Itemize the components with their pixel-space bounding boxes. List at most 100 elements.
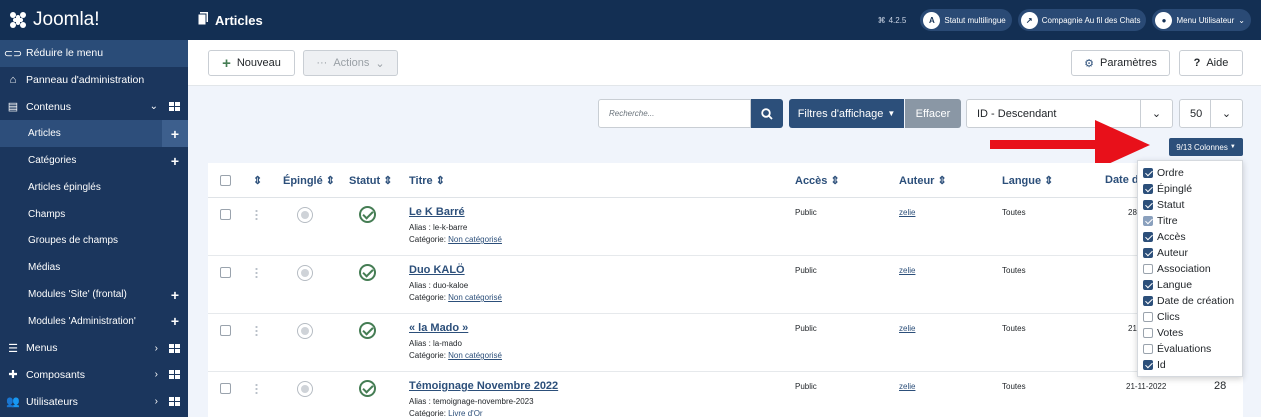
published-check-icon[interactable]: [359, 380, 376, 397]
chevron-right-icon[interactable]: ›: [155, 343, 158, 354]
row-checkbox[interactable]: [220, 383, 231, 394]
dashboard-grid-icon[interactable]: [169, 370, 180, 380]
sidebar-item-users[interactable]: 👥 Utilisateurs ›: [0, 388, 188, 415]
row-checkbox[interactable]: [220, 209, 231, 220]
row-checkbox[interactable]: [220, 325, 231, 336]
column-checkbox[interactable]: [1143, 248, 1153, 258]
sidebar-item-featured[interactable]: Articles épinglés: [0, 174, 188, 201]
column-checkbox[interactable]: [1143, 232, 1153, 242]
article-title-link[interactable]: « la Mado »: [409, 322, 468, 334]
column-checkbox[interactable]: [1143, 168, 1153, 178]
column-checkbox[interactable]: [1143, 360, 1153, 370]
options-button[interactable]: ⚙ Paramètres: [1071, 50, 1170, 76]
column-option[interactable]: Statut: [1143, 198, 1184, 212]
sidebar-item-media[interactable]: Médias: [0, 254, 188, 281]
column-option[interactable]: Association: [1143, 262, 1211, 276]
user-menu-button[interactable]: ● Menu Utilisateur ⌄: [1152, 9, 1251, 31]
column-checkbox[interactable]: [1143, 312, 1153, 322]
sidebar-item-site-modules[interactable]: Modules 'Site' (frontal) +: [0, 281, 188, 308]
column-checkbox[interactable]: [1143, 328, 1153, 338]
add-site-module-icon[interactable]: +: [162, 281, 188, 308]
article-title-link[interactable]: Le K Barré: [409, 206, 465, 218]
sidebar-item-articles[interactable]: Articles +: [0, 120, 188, 148]
published-check-icon[interactable]: [359, 264, 376, 281]
header-access[interactable]: Accès ⇕: [795, 174, 840, 187]
article-title-link[interactable]: Duo KALÖ: [409, 264, 465, 276]
column-option[interactable]: Épinglé: [1143, 182, 1192, 196]
column-checkbox[interactable]: [1143, 264, 1153, 274]
unpinned-icon[interactable]: [297, 323, 313, 339]
multilingual-status-button[interactable]: A Statut multilingue: [920, 9, 1012, 31]
article-title-link[interactable]: Témoignage Novembre 2022: [409, 380, 558, 392]
header-title[interactable]: Titre ⇕: [409, 174, 445, 187]
column-option[interactable]: Titre: [1143, 214, 1178, 228]
author-link[interactable]: zelie: [899, 266, 915, 275]
sidebar-item-field-groups[interactable]: Groupes de champs: [0, 228, 188, 255]
column-checkbox[interactable]: [1143, 280, 1153, 290]
new-button[interactable]: + Nouveau: [208, 50, 295, 76]
published-check-icon[interactable]: [359, 322, 376, 339]
category-link[interactable]: Non catégorisé: [448, 293, 502, 302]
author-link[interactable]: zelie: [899, 208, 915, 217]
header-status[interactable]: Statut ⇕: [349, 174, 392, 187]
add-article-icon[interactable]: +: [162, 120, 188, 148]
dashboard-grid-icon[interactable]: [169, 343, 180, 353]
chevron-right-icon[interactable]: ›: [155, 369, 158, 380]
select-all-checkbox[interactable]: [220, 175, 231, 186]
add-category-icon[interactable]: +: [162, 147, 188, 174]
column-option[interactable]: Auteur: [1143, 246, 1188, 260]
drag-handle-icon[interactable]: [255, 383, 258, 395]
actions-button[interactable]: ··· Actions ⌄: [303, 50, 398, 76]
published-check-icon[interactable]: [359, 206, 376, 223]
column-option[interactable]: Langue: [1143, 278, 1192, 292]
category-link[interactable]: Non catégorisé: [448, 351, 502, 360]
drag-handle-icon[interactable]: [255, 325, 258, 337]
limit-select[interactable]: 50 ⌄: [1179, 99, 1243, 128]
author-link[interactable]: zelie: [899, 324, 915, 333]
sidebar-item-dashboard[interactable]: ⌂ Panneau d'administration: [0, 67, 188, 94]
add-admin-module-icon[interactable]: +: [162, 308, 188, 335]
unpinned-icon[interactable]: [297, 207, 313, 223]
column-option[interactable]: Clics: [1143, 310, 1180, 324]
drag-handle-icon[interactable]: [255, 209, 258, 221]
column-option[interactable]: Votes: [1143, 326, 1183, 340]
sidebar-item-collapse[interactable]: ⊂⊃ Réduire le menu: [0, 40, 188, 67]
column-option[interactable]: Évaluations: [1143, 342, 1211, 356]
column-option[interactable]: Date de création: [1143, 294, 1234, 308]
column-checkbox[interactable]: [1143, 344, 1153, 354]
column-option[interactable]: Id: [1143, 358, 1166, 372]
sidebar-item-components[interactable]: ✚ Composants ›: [0, 362, 188, 389]
site-link-button[interactable]: ↗ Compagnie Au fil des Chats: [1017, 9, 1147, 31]
sort-order-icon[interactable]: ⇕: [253, 174, 262, 187]
header-date[interactable]: Date d: [1105, 174, 1139, 186]
column-option[interactable]: Accès: [1143, 230, 1186, 244]
header-author[interactable]: Auteur ⇕: [899, 174, 947, 187]
clear-button[interactable]: Effacer: [905, 99, 961, 128]
sidebar-item-content[interactable]: ▤ Contenus ⌄: [0, 94, 188, 121]
unpinned-icon[interactable]: [297, 265, 313, 281]
search-input[interactable]: Recherche...: [598, 99, 751, 128]
chevron-down-icon[interactable]: ⌄: [150, 101, 158, 112]
drag-handle-icon[interactable]: [255, 267, 258, 279]
columns-toggle-button[interactable]: 9/13 Colonnes ▼: [1169, 138, 1243, 156]
help-button[interactable]: ? Aide: [1179, 50, 1243, 76]
filter-options-button[interactable]: Filtres d'affichage ▼: [789, 99, 904, 128]
column-checkbox[interactable]: [1143, 184, 1153, 194]
dashboard-grid-icon[interactable]: [169, 397, 180, 407]
author-link[interactable]: zelie: [899, 382, 915, 391]
sidebar-item-fields[interactable]: Champs: [0, 201, 188, 228]
column-checkbox[interactable]: [1143, 296, 1153, 306]
sidebar-item-menus[interactable]: ☰ Menus ›: [0, 335, 188, 362]
unpinned-icon[interactable]: [297, 381, 313, 397]
column-option[interactable]: Ordre: [1143, 166, 1184, 180]
category-link[interactable]: Non catégorisé: [448, 235, 502, 244]
joomla-logo[interactable]: Joomla!: [0, 0, 188, 40]
category-link[interactable]: Livre d'Or: [448, 409, 482, 417]
row-checkbox[interactable]: [220, 267, 231, 278]
chevron-right-icon[interactable]: ›: [155, 396, 158, 407]
sidebar-item-admin-modules[interactable]: Modules 'Administration' +: [0, 308, 188, 335]
dashboard-grid-icon[interactable]: [169, 102, 180, 112]
column-checkbox[interactable]: [1143, 200, 1153, 210]
search-button[interactable]: [751, 99, 783, 128]
header-pinned[interactable]: Épinglé ⇕: [283, 174, 335, 187]
